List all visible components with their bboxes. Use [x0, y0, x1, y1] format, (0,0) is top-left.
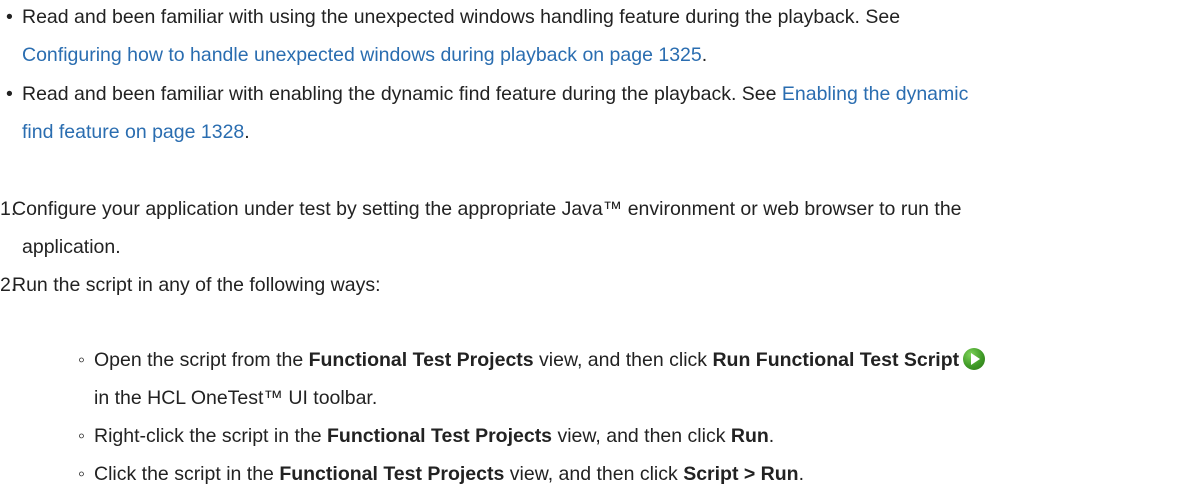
- period: .: [798, 463, 805, 485]
- ui-term-functional-test-projects: Functional Test Projects: [308, 349, 534, 371]
- substep-click-script: ◦ Click the script in the Functional Test…: [78, 460, 804, 488]
- sub-bullet: ◦: [78, 425, 85, 447]
- prereq-text: Read and been familiar with enabling the…: [22, 83, 782, 105]
- substep-text-cont: in the HCL OneTest™ UI toolbar.: [94, 387, 378, 409]
- substep-text: Open the script from the: [94, 349, 309, 371]
- prereq-dynamic-find-cont: find feature on page 1328.: [22, 118, 250, 146]
- step-text: Configure your application under test by…: [12, 198, 962, 220]
- ui-term-script-run: Script > Run: [683, 463, 799, 485]
- bullet: •: [6, 83, 13, 105]
- substep-open-script: ◦ Open the script from the Functional Tes…: [78, 346, 986, 374]
- substep-text: view, and then click: [504, 463, 684, 485]
- step-text: Run the script in any of the following w…: [12, 274, 381, 296]
- run-functional-test-script-icon[interactable]: [963, 348, 986, 370]
- step-number: 1.: [0, 198, 17, 220]
- step-2: 2.Run the script in any of the following…: [0, 271, 381, 299]
- period: .: [768, 425, 775, 447]
- step-text-cont: application.: [22, 236, 121, 258]
- step-number: 2.: [0, 274, 17, 296]
- substep-right-click: ◦ Right-click the script in the Functiona…: [78, 422, 774, 450]
- prereq-unexpected-windows-cont: Configuring how to handle unexpected win…: [22, 41, 707, 69]
- period: .: [244, 121, 250, 143]
- bullet: •: [6, 6, 13, 28]
- ui-term-run-functional-test-script: Run Functional Test Script: [712, 349, 960, 371]
- substep-text: view, and then click: [533, 349, 713, 371]
- period: .: [701, 44, 708, 66]
- substep-text: view, and then click: [552, 425, 731, 447]
- step-1-cont: application.: [22, 233, 121, 261]
- link-enabling-dynamic-find[interactable]: Enabling the dynamic: [782, 83, 968, 105]
- prereq-text: Read and been familiar with using the un…: [22, 6, 901, 28]
- prereq-unexpected-windows: • Read and been familiar with using the u…: [6, 3, 900, 31]
- substep-open-script-cont: in the HCL OneTest™ UI toolbar.: [94, 384, 377, 412]
- link-enabling-dynamic-find-cont[interactable]: find feature on page 1328: [22, 121, 244, 143]
- sub-bullet: ◦: [78, 463, 85, 485]
- ui-term-run: Run: [730, 425, 769, 447]
- prereq-dynamic-find: • Read and been familiar with enabling th…: [6, 80, 968, 108]
- ui-term-functional-test-projects: Functional Test Projects: [327, 425, 553, 447]
- ui-term-functional-test-projects: Functional Test Projects: [279, 463, 505, 485]
- substep-text: Click the script in the: [94, 463, 280, 485]
- sub-bullet: ◦: [78, 349, 85, 371]
- step-1: 1.Configure your application under test …: [0, 195, 962, 223]
- substep-text: Right-click the script in the: [94, 425, 328, 447]
- link-configuring-unexpected-windows[interactable]: Configuring how to handle unexpected win…: [22, 44, 702, 66]
